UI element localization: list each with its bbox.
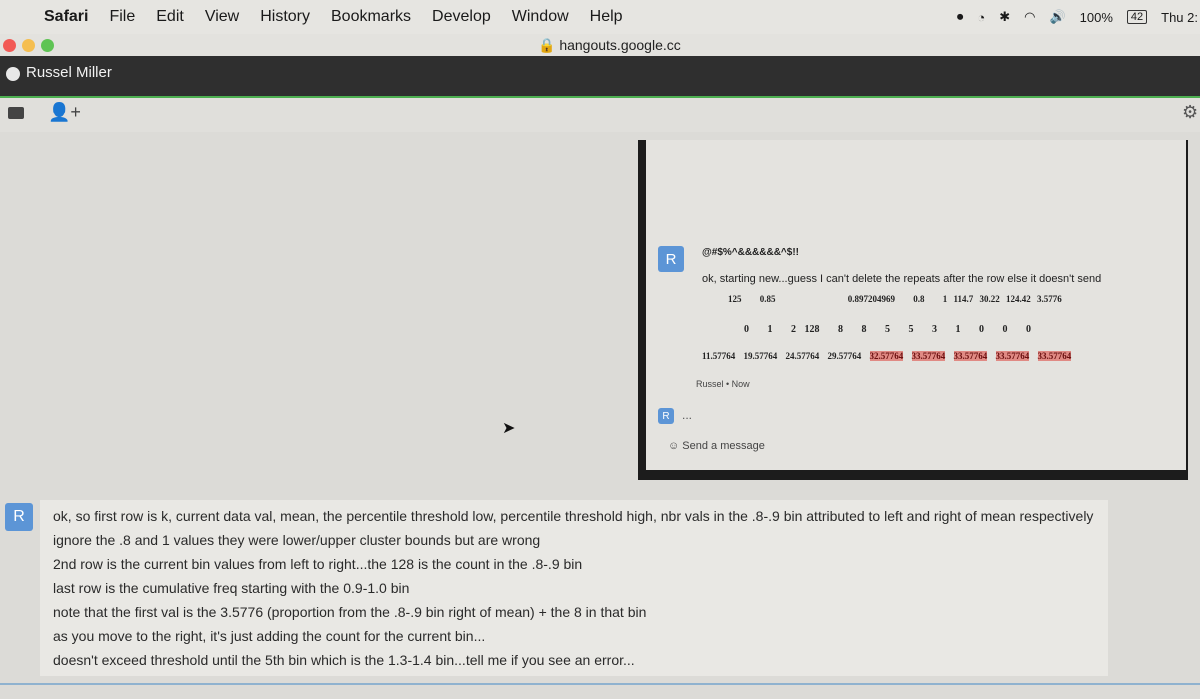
hangout-toolbar: 👤+ ⚙ [0, 98, 1200, 132]
row2-val: 1 [767, 324, 773, 335]
menu-bookmarks[interactable]: Bookmarks [331, 8, 411, 26]
typing-avatar: R [658, 408, 674, 424]
menu-app[interactable]: Safari [44, 8, 88, 26]
row2-val: 128 [804, 324, 820, 335]
emoji-icon[interactable]: ☺ [668, 440, 679, 452]
row1-val: 0.85 [759, 294, 776, 304]
screen-record-icon[interactable]: ⏺ [957, 9, 964, 25]
clock[interactable]: Thu 2: [1161, 10, 1198, 25]
row2-val: 0 [1026, 324, 1031, 335]
message-line: as you move to the right, it's just addi… [53, 628, 486, 644]
zoom-button[interactable] [41, 39, 54, 52]
screenshot-line1: @#$%^&&&&&&^$!! [702, 247, 799, 258]
shared-screenshot: R @#$%^&&&&&&^$!! ok, starting new...gue… [638, 140, 1188, 480]
row2-val: 5 [908, 324, 914, 335]
row1-val: 114.7 [953, 294, 974, 304]
battery-percent[interactable]: 100% [1080, 10, 1113, 25]
row1-val: 30.22 [979, 294, 1000, 304]
message-line: ok, so first row is k, current data val,… [53, 508, 1094, 524]
row3-val-highlight: 33.57764 [953, 351, 988, 361]
screenshot-avatar: R [658, 246, 684, 272]
video-call-icon[interactable] [8, 107, 24, 119]
row1-val: 1 [942, 294, 948, 304]
add-person-icon[interactable]: 👤+ [48, 102, 81, 123]
row2-val: 0 [1002, 324, 1008, 335]
browser-urlbar: 🔒 hangouts.google.cc [0, 34, 1200, 56]
url-field[interactable]: 🔒 hangouts.google.cc [538, 37, 681, 54]
screenshot-content: R @#$%^&&&&&&^$!! ok, starting new...gue… [646, 140, 1186, 470]
row1-val: 3.5776 [1037, 294, 1062, 304]
row3-val: 24.57764 [785, 351, 820, 361]
data-row-3: 11.57764 19.57764 24.57764 29.57764 32.5… [702, 351, 1077, 361]
message-bubble: ok, so first row is k, current data val,… [40, 500, 1108, 676]
row1-val: 125 [728, 294, 742, 304]
row3-val: 19.57764 [743, 351, 778, 361]
row1-val: 0.8 [913, 294, 925, 304]
row3-val-highlight: 33.57764 [911, 351, 946, 361]
row2-val: 8 [838, 324, 843, 335]
contact-name: Russel Miller [26, 64, 112, 81]
data-row-1: 125 0.85 0.897204969 0.8 1 114.7 30.22 1… [728, 294, 1078, 304]
hangout-header: Russel Miller [0, 56, 1200, 98]
time-machine-icon[interactable]: ◔ [977, 10, 985, 25]
message-line: note that the first val is the 3.5776 (p… [53, 604, 647, 620]
message-meta: Russel • Now [696, 379, 750, 389]
message-line: doesn't exceed threshold until the 5th b… [53, 652, 635, 668]
menu-window[interactable]: Window [512, 8, 569, 26]
menu-help[interactable]: Help [590, 8, 623, 26]
data-row-2: 0 1 2 128 8 8 5 5 3 1 0 0 0 [744, 324, 1047, 335]
window-controls [3, 39, 54, 52]
menu-view[interactable]: View [205, 8, 239, 26]
status-dot [6, 67, 20, 81]
divider [0, 683, 1200, 685]
send-message-input[interactable]: ☺ Send a message [668, 440, 765, 452]
url-text: hangouts.google.cc [559, 37, 681, 53]
volume-icon[interactable]: 🔊 [1049, 9, 1065, 25]
settings-icon[interactable]: ⚙ [1182, 102, 1198, 123]
message-line: ignore the .8 and 1 values they were low… [53, 532, 541, 548]
row2-val: 1 [955, 324, 961, 335]
screenshot-line2: ok, starting new...guess I can't delete … [702, 273, 1102, 285]
message-avatar: R [5, 503, 33, 531]
row2-val: 3 [932, 324, 937, 335]
row3-val-highlight: 32.57764 [869, 351, 904, 361]
row2-val: 2 [791, 324, 796, 335]
row1-val: 124.42 [1006, 294, 1031, 304]
row3-val: 29.57764 [827, 351, 862, 361]
menu-history[interactable]: History [260, 8, 310, 26]
row3-val-highlight: 33.57764 [995, 351, 1030, 361]
wifi-icon[interactable]: ◠ [1024, 9, 1035, 25]
row2-val: 5 [885, 324, 890, 335]
mac-menubar: Safari File Edit View History Bookmarks … [0, 0, 1200, 34]
send-placeholder: Send a message [682, 440, 765, 452]
status-area: ⏺ ◔ ✱ ◠ 🔊 100% 42 Thu 2: [943, 0, 1200, 34]
message-line: last row is the cumulative freq starting… [53, 580, 410, 596]
lock-icon: 🔒 [538, 37, 556, 53]
minimize-button[interactable] [22, 39, 35, 52]
row2-val: 0 [744, 324, 749, 335]
message-line: 2nd row is the current bin values from l… [53, 556, 583, 572]
row3-val: 11.57764 [702, 351, 736, 361]
row1-val: 0.897204969 [847, 294, 895, 304]
bluetooth-icon[interactable]: ✱ [999, 9, 1010, 25]
row3-val-highlight: 33.57764 [1037, 351, 1072, 361]
menu-file[interactable]: File [109, 8, 135, 26]
menu-edit[interactable]: Edit [156, 8, 184, 26]
row2-val: 0 [979, 324, 984, 335]
row2-val: 8 [861, 324, 867, 335]
mouse-cursor-icon: ➤ [502, 420, 516, 437]
close-button[interactable] [3, 39, 16, 52]
battery-icon[interactable]: 42 [1126, 10, 1148, 24]
typing-indicator: ... [682, 408, 693, 422]
menu-develop[interactable]: Develop [432, 8, 491, 26]
